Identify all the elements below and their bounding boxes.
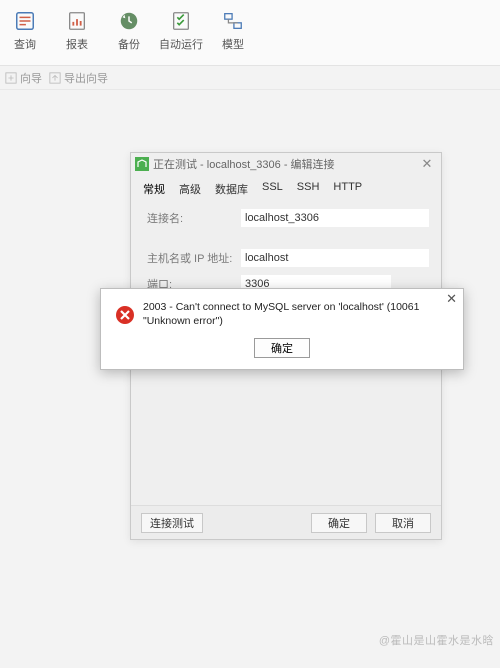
toolbar-label: 查询 — [14, 36, 36, 52]
tab-ssl[interactable]: SSL — [262, 181, 283, 197]
ok-button[interactable]: 确定 — [311, 513, 367, 533]
tab-ssh[interactable]: SSH — [297, 181, 320, 197]
toolbar-label: 自动运行 — [159, 36, 203, 52]
auto-run-icon — [170, 10, 192, 32]
toolbar-item-backup[interactable]: 备份 — [112, 10, 146, 52]
dialog-footer: 连接测试 确定 取消 — [131, 505, 441, 539]
test-connection-button[interactable]: 连接测试 — [141, 513, 203, 533]
toolbar-label: 模型 — [222, 36, 244, 52]
subbar-item-wizard[interactable]: 向导 — [4, 70, 42, 86]
dialog-tabs: 常规 高级 数据库 SSL SSH HTTP — [131, 175, 441, 201]
tab-advanced[interactable]: 高级 — [179, 181, 201, 197]
conn-name-label: 连接名: — [147, 210, 235, 226]
cancel-button[interactable]: 取消 — [375, 513, 431, 533]
toolbar-item-model[interactable]: 模型 — [216, 10, 250, 52]
error-ok-button[interactable]: 确定 — [254, 338, 310, 358]
main-toolbar: 查询 报表 备份 自动运行 模型 — [0, 0, 500, 66]
subbar-label: 导出向导 — [64, 70, 108, 86]
wizard-subbar: 向导 导出向导 — [0, 66, 500, 90]
model-icon — [222, 10, 244, 32]
dialog-titlebar: 正在测试 - localhost_3306 - 编辑连接 ✕ — [131, 153, 441, 175]
conn-name-input[interactable] — [241, 209, 429, 227]
subbar-item-export-wizard[interactable]: 导出向导 — [48, 70, 108, 86]
wizard-icon — [4, 71, 18, 85]
host-input[interactable] — [241, 249, 429, 267]
navicat-icon — [135, 157, 149, 171]
tab-database[interactable]: 数据库 — [215, 181, 248, 197]
error-close-button[interactable]: ✕ — [446, 291, 457, 307]
workspace-canvas: 正在测试 - localhost_3306 - 编辑连接 ✕ 常规 高级 数据库… — [0, 90, 500, 668]
dialog-close-button[interactable]: ✕ — [417, 156, 437, 172]
host-label: 主机名或 IP 地址: — [147, 250, 235, 266]
export-wizard-icon — [48, 71, 62, 85]
tab-general[interactable]: 常规 — [143, 181, 165, 197]
backup-icon — [118, 10, 140, 32]
tab-http[interactable]: HTTP — [333, 181, 362, 197]
toolbar-item-report[interactable]: 报表 — [60, 10, 94, 52]
toolbar-label: 报表 — [66, 36, 88, 52]
error-icon — [115, 305, 135, 325]
toolbar-item-auto-run[interactable]: 自动运行 — [164, 10, 198, 52]
error-message: 2003 - Can't connect to MySQL server on … — [143, 301, 449, 328]
report-icon — [66, 10, 88, 32]
error-dialog: ✕ 2003 - Can't connect to MySQL server o… — [100, 288, 464, 370]
toolbar-label: 备份 — [118, 36, 140, 52]
dialog-title: 正在测试 - localhost_3306 - 编辑连接 — [153, 156, 413, 172]
query-icon — [14, 10, 36, 32]
toolbar-item-query[interactable]: 查询 — [8, 10, 42, 52]
subbar-label: 向导 — [20, 70, 42, 86]
